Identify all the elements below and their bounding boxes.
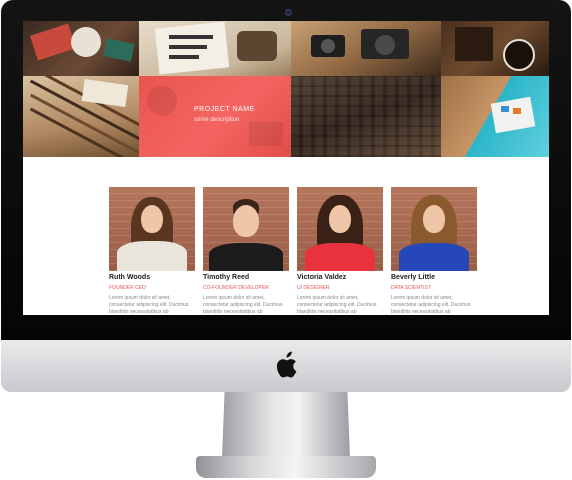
team-member: Ruth Woods FOUNDER CEO Lorem ipsum dolor… [109, 187, 195, 315]
photo-icon [291, 76, 441, 157]
member-role: UI DESIGNER [297, 285, 330, 291]
member-bio: Lorem ipsum dolor sit amet, consectetur … [297, 295, 377, 315]
avatar [109, 187, 195, 271]
avatar [391, 187, 477, 271]
apple-logo-icon [276, 351, 297, 378]
imac-device: PROJECT NAME some description Ruth Woods… [0, 0, 572, 480]
portfolio-grid: PROJECT NAME some description [23, 21, 549, 157]
avatar [203, 187, 289, 271]
member-role: FOUNDER CEO [109, 285, 146, 291]
tile-cameras-photo[interactable] [291, 21, 441, 76]
tile-typeset-photo[interactable] [291, 76, 441, 157]
website-screen: PROJECT NAME some description Ruth Woods… [23, 21, 549, 315]
member-bio: Lorem ipsum dolor sit amet, consectetur … [391, 295, 471, 315]
tile-handlettering-photo[interactable] [139, 21, 291, 76]
member-role: CO-FOUNDER DEVELOPER [203, 285, 269, 291]
member-role: DATA SCIENTIST [391, 285, 431, 291]
project-name: PROJECT NAME [194, 106, 255, 113]
member-bio: Lorem ipsum dolor sit amet, consectetur … [203, 295, 283, 315]
tile-coffee-photo[interactable] [441, 21, 549, 76]
team-member: Timothy Reed CO-FOUNDER DEVELOPER Lorem … [203, 187, 289, 315]
team-member: Beverly Little DATA SCIENTIST Lorem ipsu… [391, 187, 477, 315]
tile-notebook-photo[interactable] [23, 21, 139, 76]
member-name: Ruth Woods [109, 274, 151, 281]
photo-icon [490, 96, 536, 134]
avatar [297, 187, 383, 271]
member-bio: Lorem ipsum dolor sit amet, consectetur … [109, 295, 189, 315]
tile-pencils-photo[interactable] [23, 76, 139, 157]
monitor-stand-foot [196, 456, 376, 478]
team-member: Victoria Valdez UI DESIGNER Lorem ipsum … [297, 187, 383, 315]
member-name: Beverly Little [391, 274, 435, 281]
photo-icon [147, 86, 177, 116]
photo-icon [455, 27, 493, 61]
team-section: Ruth Woods FOUNDER CEO Lorem ipsum dolor… [109, 187, 479, 315]
member-name: Timothy Reed [203, 274, 250, 281]
photo-icon [29, 23, 77, 61]
tile-highlighted[interactable]: PROJECT NAME some description [139, 76, 291, 157]
project-description: some description [194, 117, 240, 123]
member-name: Victoria Valdez [297, 274, 347, 281]
monitor-stand [222, 392, 350, 458]
tile-paint-photo[interactable] [441, 76, 549, 157]
camera-dot-icon [285, 9, 292, 16]
